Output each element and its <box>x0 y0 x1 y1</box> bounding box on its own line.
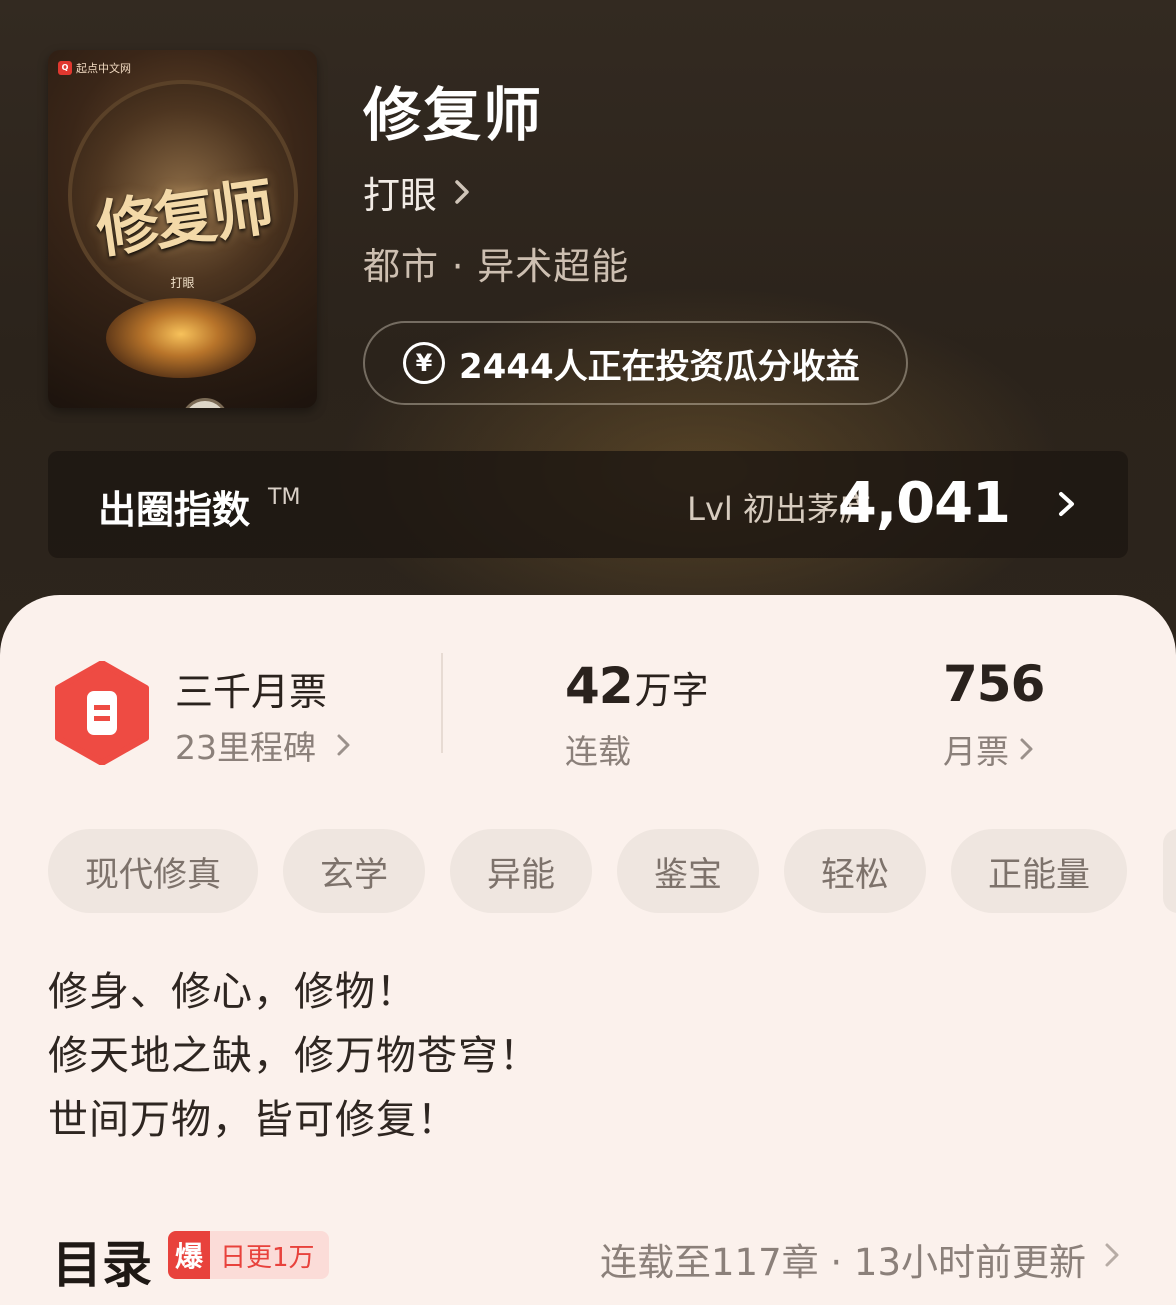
book-intro[interactable]: 修身、修心，修物！ 修天地之缺，修万物苍穹！ 世间万物，皆可修复！ <box>48 960 540 1152</box>
tag-chip[interactable]: 现代修真 <box>48 829 258 913</box>
popularity-index-bar[interactable]: 出圈指数 TM Lvl 初出茅庐 4,041 <box>48 451 1128 558</box>
book-header: Q 起点中文网 修复师 打眼 修复师 打眼 都市 · 异术超能 ¥ 2444人正… <box>0 0 1176 640</box>
hot-icon: 爆 <box>168 1231 210 1279</box>
monthly-ticket-icon <box>55 661 149 765</box>
intro-line: 修身、修心，修物！ <box>48 969 417 1015</box>
stats-divider <box>441 653 443 753</box>
intro-line: 世间万物，皆可修复！ <box>48 1097 458 1143</box>
tag-chip[interactable]: 异能 <box>450 829 592 913</box>
word-count-unit: 万字 <box>634 669 709 712</box>
cover-author: 打眼 <box>170 276 195 290</box>
yen-coin-icon: ¥ <box>403 342 445 384</box>
cover-seal-icon <box>181 398 229 408</box>
serial-status: 连载 <box>565 732 631 771</box>
invest-label: 2444人正在投资瓜分收益 <box>459 346 860 387</box>
milestone-title: 三千月票 <box>175 670 328 714</box>
publisher-logo-icon: Q <box>58 61 72 75</box>
tag-chip[interactable]: 轻松 <box>784 829 926 913</box>
chevron-right-icon <box>1020 738 1033 760</box>
tag-chip[interactable]: 正能量 <box>951 829 1127 913</box>
index-label: 出圈指数 <box>98 488 251 532</box>
word-count: 42万字 <box>565 657 709 715</box>
milestone-link[interactable]: 23里程碑 <box>175 721 352 769</box>
monthly-tickets-value: 756 <box>943 655 1045 713</box>
tag-chip[interactable]: 玄学 <box>283 829 425 913</box>
chevron-right-icon <box>1059 492 1074 516</box>
tag-chip-partial[interactable] <box>1163 829 1176 913</box>
index-value: 4,041 <box>837 471 1011 536</box>
word-count-number: 42 <box>565 657 634 715</box>
milestone-sub: 23里程碑 <box>175 728 316 767</box>
tag-chip[interactable]: 鉴宝 <box>617 829 759 913</box>
author-link[interactable]: 打眼 <box>363 165 475 219</box>
chevron-right-icon <box>1105 1243 1119 1267</box>
toc-title[interactable]: 目录 <box>52 1225 152 1297</box>
monthly-tickets-label: 月票 <box>943 732 1009 771</box>
cover-publisher: 起点中文网 <box>76 62 131 75</box>
book-cover[interactable]: Q 起点中文网 修复师 打眼 <box>48 50 317 408</box>
author-name: 打眼 <box>363 174 437 217</box>
monthly-tickets-link[interactable]: 月票 <box>943 725 1035 773</box>
daily-update-badge: 爆 日更1万 <box>168 1231 329 1279</box>
book-detail-panel: 三千月票 23里程碑 42万字 连载 756 月票 现代修真 玄学 异能 鉴宝 … <box>0 595 1176 1305</box>
chevron-right-icon <box>337 734 350 756</box>
book-category[interactable]: 都市 · 异术超能 <box>363 236 629 290</box>
intro-line: 修天地之缺，修万物苍穹！ <box>48 1033 540 1079</box>
cover-art-glow <box>106 298 256 378</box>
cover-publisher-logo: Q 起点中文网 <box>58 60 131 76</box>
invest-button[interactable]: ¥ 2444人正在投资瓜分收益 <box>363 321 908 405</box>
toc-status[interactable]: 连载至117章 · 13小时前更新 <box>600 1232 1086 1286</box>
tag-list: 现代修真 玄学 异能 鉴宝 轻松 正能量 <box>48 829 1127 913</box>
badge-text: 日更1万 <box>220 1242 315 1273</box>
book-title: 修复师 <box>363 81 544 149</box>
chevron-right-icon <box>455 180 469 204</box>
trademark-label: TM <box>268 485 301 510</box>
